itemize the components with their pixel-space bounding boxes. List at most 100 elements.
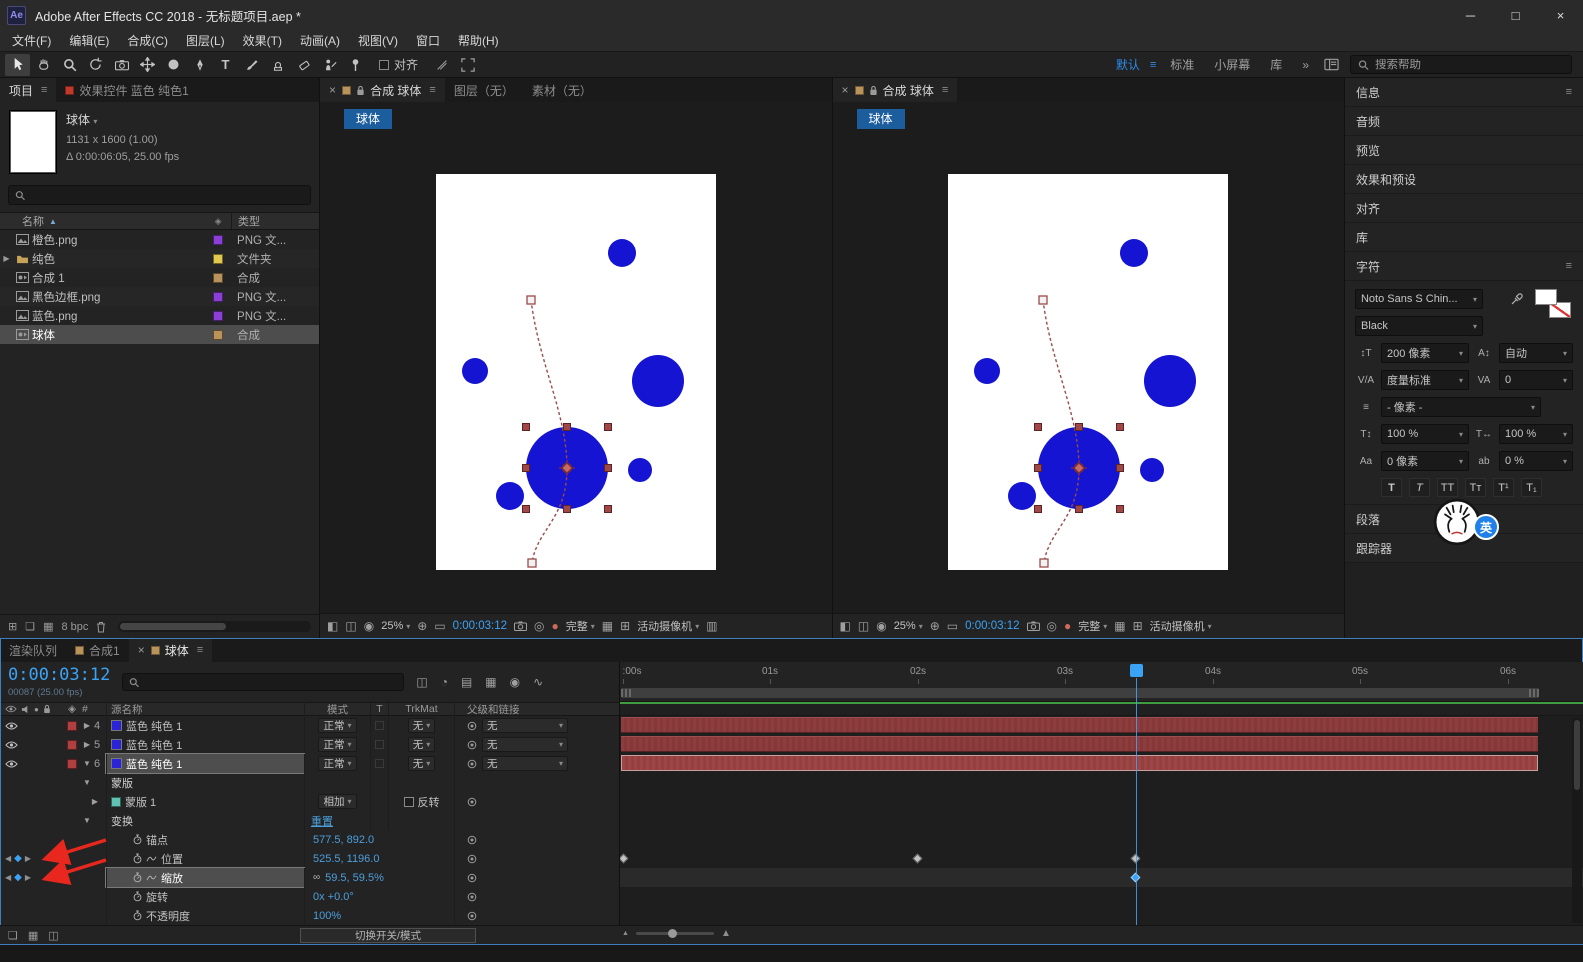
zoom-out-icon[interactable]: ▲ [622, 930, 629, 937]
time-ruler[interactable]: :00s 01s 02s 03s 04s 05s 06s [620, 662, 1583, 702]
reset-link[interactable]: 重置 [311, 813, 333, 829]
layer-row-6-selected[interactable]: ▼ 6 蓝色 纯色 1 正常 ▾ 无 ▾ 无 ▾ [0, 753, 619, 774]
pick-whip-icon[interactable] [467, 892, 477, 902]
keyframe-navigator[interactable]: ◀ ◆ ▶ [5, 853, 31, 864]
tab-composition-sphere[interactable]: × 合成 球体 ≡ [320, 78, 445, 102]
faux-bold-button[interactable]: T [1380, 478, 1402, 497]
panel-align[interactable]: 对齐 [1344, 194, 1583, 223]
blend-mode-dropdown[interactable]: 正常 ▾ [318, 737, 357, 752]
puppet-pin-tool[interactable] [343, 54, 368, 76]
masks-group-row[interactable]: ▼ 蒙版 [0, 773, 619, 792]
menu-effect[interactable]: 效果(T) [234, 31, 291, 50]
panel-menu-icon[interactable]: ≡ [429, 84, 435, 96]
subscript-button[interactable]: T₁ [1520, 478, 1542, 497]
label-color-chip[interactable] [213, 310, 224, 321]
transform-group-row[interactable]: ▼ 变换 重置 [0, 811, 619, 830]
help-search-input[interactable] [1375, 58, 1564, 71]
menu-animation[interactable]: 动画(A) [291, 31, 349, 50]
region-of-interest-icon[interactable]: ▭ [947, 619, 958, 633]
panel-preview[interactable]: 预览 [1344, 136, 1583, 165]
property-value[interactable]: 577.5, 892.0 [313, 834, 374, 846]
work-area-bar[interactable] [621, 688, 1539, 698]
workspace-library[interactable]: 库 [1260, 56, 1292, 73]
property-value[interactable]: 525.5, 1196.0 [313, 853, 379, 865]
close-icon[interactable]: × [329, 83, 336, 97]
toggle-switches-modes-button[interactable]: 切换开关/模式 [300, 928, 476, 943]
mask-color-chip[interactable] [111, 796, 121, 807]
eye-icon[interactable] [5, 741, 18, 749]
magnification-icon[interactable]: ◫ [858, 619, 869, 633]
zoom-slider[interactable] [635, 929, 714, 938]
timeline-search-input[interactable] [145, 674, 398, 690]
manage-workspaces-icon[interactable] [1319, 54, 1344, 76]
expand-icon[interactable]: ▶ [82, 721, 92, 730]
project-item[interactable]: 蓝色.png PNG 文... [0, 306, 319, 325]
lock-icon[interactable] [869, 85, 878, 96]
preview-thumbnail[interactable] [10, 111, 56, 173]
pick-whip-icon[interactable] [467, 873, 477, 883]
faux-italic-button[interactable]: T [1408, 478, 1430, 497]
camera-dropdown[interactable]: 活动摄像机 ▾ [637, 618, 699, 634]
eraser-tool[interactable] [291, 54, 316, 76]
workspace-small-screen[interactable]: 小屏幕 [1204, 56, 1260, 73]
font-size-select[interactable]: 200 像素 ▾ [1380, 343, 1469, 363]
panel-menu-icon[interactable]: ≡ [1566, 86, 1572, 98]
zoom-dropdown[interactable]: 25% ▾ [894, 620, 923, 632]
label-color-chip[interactable] [213, 253, 224, 264]
new-folder-icon[interactable]: ❏ [25, 620, 35, 633]
trkmat-toggle[interactable] [375, 721, 384, 730]
maximize-button[interactable]: □ [1493, 0, 1538, 30]
expand-icon[interactable]: ▶ [82, 740, 92, 749]
label-column-icon[interactable]: ◈ [205, 216, 231, 227]
prev-keyframe-icon[interactable]: ◀ [5, 873, 11, 882]
project-item[interactable]: 合成 1 合成 [0, 268, 319, 287]
show-snapshot-icon[interactable]: ◎ [534, 619, 544, 633]
type-tool[interactable]: T [213, 54, 238, 76]
kerning-select[interactable]: 度量标准 ▾ [1380, 370, 1469, 390]
expand-transfer-icon[interactable]: ▦ [28, 929, 38, 942]
project-item[interactable]: 橙色.png PNG 文... [0, 230, 319, 249]
font-family-select[interactable]: Noto Sans S Chin... ▾ [1354, 289, 1483, 309]
project-item[interactable]: 黑色边框.png PNG 文... [0, 287, 320, 306]
tab-composition-sphere[interactable]: × 合成 球体 ≡ [832, 78, 958, 102]
snap-align-toggle[interactable]: 对齐 [379, 56, 418, 73]
add-keyframe-icon[interactable]: ◆ [14, 853, 22, 864]
horizontal-scrollbar[interactable] [118, 621, 312, 632]
current-time-indicator-line[interactable] [1136, 678, 1137, 925]
pick-whip-icon[interactable] [467, 759, 477, 769]
tab-layer-none[interactable]: 图层（无） [445, 78, 523, 102]
transparency-grid-icon[interactable]: ⊞ [620, 619, 630, 633]
stopwatch-icon[interactable] [133, 872, 142, 883]
panel-menu-icon[interactable]: ≡ [942, 84, 948, 96]
camera-tool[interactable] [109, 54, 134, 76]
shy-layers-icon[interactable]: ▤ [461, 675, 472, 689]
mask-feather-icon[interactable] [429, 54, 454, 76]
pick-whip-icon[interactable] [467, 721, 477, 731]
transparency-grid-icon[interactable]: ⊞ [1133, 619, 1143, 633]
pick-whip-icon[interactable] [467, 854, 477, 864]
constrain-link-icon[interactable]: ∞ [313, 872, 320, 883]
close-icon[interactable]: × [138, 643, 145, 657]
graph-editor-icon[interactable]: ∿ [533, 675, 543, 689]
tab-sphere[interactable]: × 球体 ≡ [128, 638, 213, 662]
mask-row[interactable]: ▶ 蒙版 1 相加 ▾ 反转 [0, 792, 619, 811]
timeline-zoom-control[interactable]: ▲ ▲ [622, 928, 731, 939]
menu-help[interactable]: 帮助(H) [449, 31, 508, 50]
workspace-default[interactable]: 默认 [1106, 56, 1150, 73]
label-color-chip[interactable] [67, 758, 77, 769]
show-channels-icon[interactable]: ● [1064, 619, 1071, 633]
brush-tool[interactable] [239, 54, 264, 76]
panel-effects-presets[interactable]: 效果和预设 [1344, 165, 1583, 194]
current-time-display[interactable]: 0:00:03:12 [8, 666, 110, 684]
mask-mode-dropdown[interactable]: 相加 ▾ [318, 794, 357, 809]
add-keyframe-icon[interactable]: ◆ [14, 872, 22, 883]
property-row-rotation[interactable]: 旋转 0x +0.0° [0, 887, 619, 906]
new-composition-icon[interactable]: ▦ [43, 620, 53, 633]
pan-behind-tool[interactable] [135, 54, 160, 76]
collapse-icon[interactable]: ▼ [82, 778, 92, 787]
project-bit-depth[interactable]: 8 bpc [62, 621, 89, 633]
trkmat-dropdown[interactable]: 无 ▾ [407, 737, 436, 752]
snapshot-camera-icon[interactable] [1027, 621, 1040, 631]
expand-inout-icon[interactable]: ◫ [48, 929, 58, 942]
preview-time[interactable]: 0:00:03:12 [965, 620, 1019, 632]
